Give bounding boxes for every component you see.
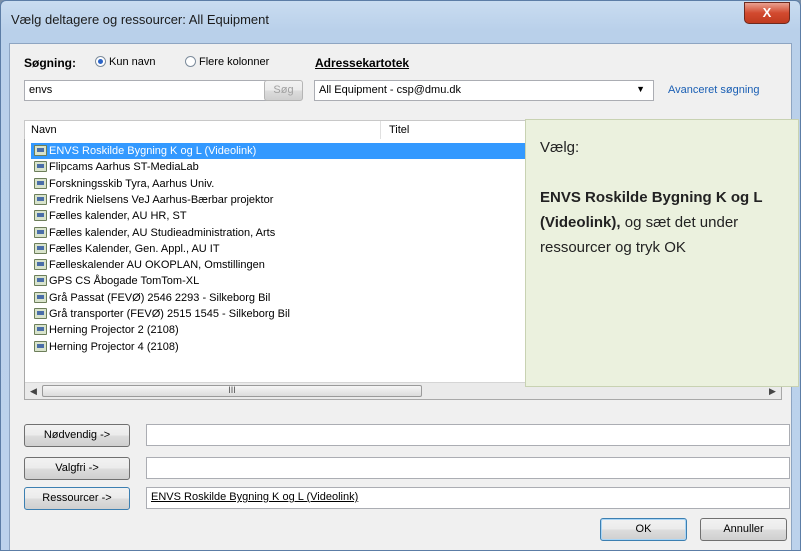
list-item-label: Fælles kalender, AU Studieadministration… (49, 226, 276, 239)
column-header-name[interactable]: Navn (31, 124, 57, 136)
note-line-1: Vælg: (540, 139, 580, 156)
radio-more-columns[interactable]: Flere kolonner (185, 56, 269, 68)
equipment-icon (34, 226, 47, 238)
column-divider[interactable] (380, 121, 381, 139)
list-item[interactable]: Fælles kalender, AU HR, ST (31, 208, 187, 224)
list-item[interactable]: Fælles Kalender, Gen. Appl., AU IT (31, 241, 220, 257)
cancel-button[interactable]: Annuller (700, 518, 787, 541)
scroll-left-icon[interactable]: ◀ (26, 384, 41, 398)
list-item-label: Flipcams Aarhus ST-MediaLab (49, 161, 199, 174)
addressbook-label: Adressekartotek (315, 56, 410, 70)
equipment-icon (34, 210, 47, 222)
ok-button[interactable]: OK (600, 518, 687, 541)
list-item-label: ENVS Roskilde Bygning K og L (Videolink) (49, 145, 257, 157)
list-item[interactable]: Fælles kalender, AU Studieadministration… (31, 225, 275, 241)
instruction-note: Vælg: ENVS Roskilde Bygning K og L (Vide… (525, 119, 799, 387)
radio-name-only[interactable]: Kun navn (95, 56, 155, 68)
optional-attendees-field[interactable] (146, 457, 790, 479)
addressbook-select[interactable]: All Equipment - csp@dmu.dk ▼ (314, 80, 654, 101)
required-attendees-field[interactable] (146, 424, 790, 446)
list-item[interactable]: ENVS Roskilde Bygning K og L (Videolink) (31, 143, 534, 159)
list-item[interactable]: Fredrik Nielsens VeJ Aarhus-Bærbar proje… (31, 192, 273, 208)
list-item[interactable]: Fælleskalender AU OKOPLAN, Omstillingen (31, 257, 265, 273)
radio-selected-icon (95, 56, 106, 67)
list-item[interactable]: Herning Projector 2 (2108) (31, 322, 179, 338)
list-item-label: Herning Projector 2 (2108) (49, 324, 179, 337)
addressbook-select-value: All Equipment - csp@dmu.dk (319, 84, 462, 96)
list-item-label: Fælleskalender AU OKOPLAN, Omstillingen (49, 259, 265, 272)
column-header-title[interactable]: Titel (389, 124, 409, 136)
equipment-icon (34, 324, 47, 336)
equipment-icon (34, 193, 47, 205)
list-item-label: Grå transporter (FEVØ) 2515 1545 - Silke… (49, 308, 290, 320)
radio-more-columns-label: Flere kolonner (199, 56, 270, 68)
title-bar[interactable]: Vælg deltagere og ressourcer: All Equipm… (1, 1, 800, 41)
required-attendees-button[interactable]: Nødvendig -> (24, 424, 130, 447)
equipment-icon (34, 259, 47, 271)
list-item[interactable]: Grå transporter (FEVØ) 2515 1545 - Silke… (31, 306, 290, 322)
list-item[interactable]: Forskningsskib Tyra, Aarhus Univ. (31, 176, 214, 192)
radio-unselected-icon (185, 56, 196, 67)
equipment-icon (34, 340, 47, 352)
close-button[interactable]: X (744, 2, 790, 24)
list-item-label: GPS CS Åbogade TomTom-XL (49, 275, 200, 288)
equipment-icon (34, 145, 47, 156)
equipment-icon (34, 291, 47, 303)
resources-button[interactable]: Ressourcer -> (24, 487, 130, 510)
search-button[interactable]: Søg (264, 80, 303, 101)
list-item-label: Fredrik Nielsens VeJ Aarhus-Bærbar proje… (49, 193, 274, 206)
list-item[interactable]: Flipcams Aarhus ST-MediaLab (31, 159, 199, 175)
list-item-label: Fælles Kalender, Gen. Appl., AU IT (49, 242, 220, 255)
optional-attendees-button[interactable]: Valgfri -> (24, 457, 130, 480)
equipment-icon (34, 308, 47, 319)
search-input[interactable]: envs (24, 80, 268, 101)
chevron-down-icon: ▼ (636, 84, 645, 94)
equipment-icon (34, 161, 47, 173)
dialog-window: Vælg deltagere og ressourcer: All Equipm… (0, 0, 801, 551)
list-item-label: Fælles kalender, AU HR, ST (49, 210, 187, 223)
resources-field[interactable]: ENVS Roskilde Bygning K og L (Videolink) (146, 487, 790, 509)
equipment-icon (34, 177, 47, 189)
list-item-label: Herning Projector 4 (2108) (49, 340, 179, 353)
list-item-label: Forskningsskib Tyra, Aarhus Univ. (49, 177, 215, 190)
equipment-icon (34, 275, 47, 287)
radio-name-only-label: Kun navn (109, 56, 156, 68)
advanced-search-link[interactable]: Avanceret søgning (668, 84, 760, 96)
list-item[interactable]: GPS CS Åbogade TomTom-XL (31, 273, 199, 289)
list-item[interactable]: Herning Projector 4 (2108) (31, 339, 179, 355)
equipment-icon (34, 242, 47, 254)
list-item[interactable]: Grå Passat (FEVØ) 2546 2293 - Silkeborg … (31, 290, 270, 306)
scrollbar-thumb[interactable]: III (42, 385, 422, 397)
window-title: Vælg deltagere og ressourcer: All Equipm… (11, 12, 269, 27)
search-label: Søgning: (24, 56, 76, 70)
list-item-label: Grå Passat (FEVØ) 2546 2293 - Silkeborg … (49, 291, 271, 304)
